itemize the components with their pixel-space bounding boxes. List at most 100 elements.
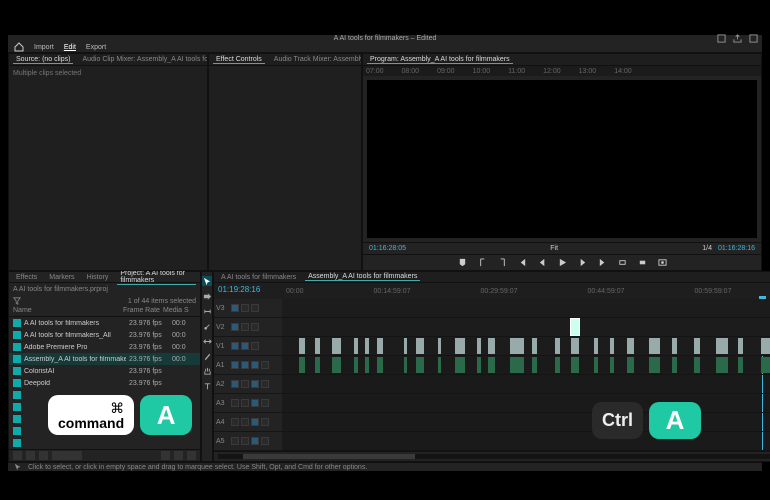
track-header-a1[interactable]: A1 [214, 356, 282, 375]
workspace-edit[interactable]: Edit [64, 44, 76, 51]
tab-audio-clip-mixer[interactable]: Audio Clip Mixer: Assembly_A AI tools fo… [79, 56, 207, 63]
lift-icon[interactable] [617, 258, 627, 268]
tab-audio-track-mixer[interactable]: Audio Track Mixer: Assembly_A AI to... [271, 56, 361, 63]
type-tool-icon[interactable] [202, 381, 212, 391]
share-icon[interactable] [732, 34, 742, 44]
clip[interactable] [694, 357, 700, 373]
timeline-ruler[interactable]: 00:00 00:14:59:07 00:29:59:07 00:44:59:0… [282, 283, 770, 299]
timeline-tab-1[interactable]: Assembly_A AI tools for filmmakers [305, 273, 420, 281]
project-row[interactable]: Adobe Premiere Pro 23.976 fps 00:0 [9, 341, 200, 353]
clip[interactable] [571, 357, 579, 373]
pen-tool-icon[interactable] [202, 351, 212, 361]
project-row[interactable] [9, 437, 200, 449]
track-toggle[interactable] [231, 342, 239, 350]
selection-tool-icon[interactable] [202, 276, 212, 286]
clip[interactable] [332, 338, 341, 354]
lane-a1[interactable] [282, 356, 770, 375]
project-row[interactable]: ColoristAI 23.976 fps [9, 365, 200, 377]
clip[interactable] [438, 357, 441, 373]
clip[interactable] [416, 338, 424, 354]
track-toggle[interactable] [261, 399, 269, 407]
track-toggle[interactable] [231, 418, 239, 426]
track-header-a5[interactable]: A5 [214, 432, 282, 451]
track-toggle[interactable] [251, 399, 259, 407]
project-row[interactable]: Deepold 23.976 fps [9, 377, 200, 389]
tab-program[interactable]: Program: Assembly_A AI tools for filmmak… [367, 56, 513, 64]
scrollbar-thumb[interactable] [243, 454, 416, 459]
program-fit[interactable]: Fit [550, 245, 558, 252]
clip[interactable] [488, 338, 495, 354]
lane-v1[interactable] [282, 337, 770, 356]
new-bin-icon[interactable] [161, 451, 170, 460]
track-header-a4[interactable]: A4 [214, 413, 282, 432]
play-icon[interactable] [557, 258, 567, 268]
tab-effects[interactable]: Effects [13, 274, 40, 281]
clip[interactable] [315, 338, 319, 354]
clip[interactable] [354, 357, 357, 373]
clip[interactable] [627, 338, 634, 354]
step-back-icon[interactable] [537, 258, 547, 268]
clip[interactable] [594, 338, 598, 354]
clip[interactable] [365, 357, 369, 373]
clip[interactable] [455, 357, 465, 373]
zoom-slider[interactable] [52, 451, 82, 460]
track-toggle[interactable] [261, 437, 269, 445]
clip[interactable] [488, 357, 495, 373]
clip[interactable] [404, 338, 407, 354]
track-header-v2[interactable]: V2 [214, 318, 282, 337]
extract-icon[interactable] [637, 258, 647, 268]
track-toggle[interactable] [231, 323, 239, 331]
clip[interactable] [416, 357, 424, 373]
track-toggle[interactable] [241, 304, 249, 312]
col-framerate[interactable]: Frame Rate [123, 307, 163, 316]
program-ruler[interactable]: 07:00 08:00 09:00 10:00 11:00 12:00 13:0… [363, 66, 761, 76]
track-toggle[interactable] [241, 361, 249, 369]
clip[interactable] [571, 338, 579, 354]
clip[interactable] [610, 338, 613, 354]
track-toggle[interactable] [251, 418, 259, 426]
track-toggle[interactable] [241, 418, 249, 426]
clip[interactable] [738, 338, 742, 354]
filter-icon[interactable] [13, 297, 21, 305]
add-marker-icon[interactable] [457, 258, 467, 268]
step-fwd-icon[interactable] [577, 258, 587, 268]
program-viewer[interactable] [367, 80, 757, 238]
ripple-tool-icon[interactable] [202, 306, 212, 316]
clip-selected[interactable] [571, 319, 579, 335]
program-scale[interactable]: 1/4 [702, 245, 712, 252]
track-toggle[interactable] [241, 437, 249, 445]
project-row[interactable]: A AI tools for filmmakers 23.976 fps 00:… [9, 317, 200, 329]
workspace-export[interactable]: Export [86, 44, 106, 51]
track-toggle[interactable] [251, 323, 259, 331]
clip[interactable] [594, 357, 598, 373]
home-icon[interactable] [14, 42, 24, 52]
freeform-view-icon[interactable] [39, 451, 48, 460]
hand-tool-icon[interactable] [202, 366, 212, 376]
icon-view-icon[interactable] [26, 451, 35, 460]
timeline-tab-0[interactable]: A AI tools for filmmakers [218, 274, 299, 281]
clip[interactable] [477, 357, 481, 373]
clip[interactable] [438, 338, 441, 354]
track-header-v1[interactable]: V1 [214, 337, 282, 356]
workspace-import[interactable]: Import [34, 44, 54, 51]
track-header-a3[interactable]: A3 [214, 394, 282, 413]
track-header-v3[interactable]: V3 [214, 299, 282, 318]
clip[interactable] [716, 357, 728, 373]
tab-effect-controls[interactable]: Effect Controls [213, 56, 265, 64]
project-row[interactable]: Assembly_A AI tools for filmmakers 23.97… [9, 353, 200, 365]
fullscreen-icon[interactable] [748, 34, 758, 44]
clip[interactable] [377, 338, 383, 354]
tab-markers[interactable]: Markers [46, 274, 77, 281]
clip[interactable] [510, 357, 524, 373]
track-toggle[interactable] [261, 361, 269, 369]
clip[interactable] [377, 357, 383, 373]
clip[interactable] [627, 357, 634, 373]
slip-tool-icon[interactable] [202, 336, 212, 346]
clip[interactable] [761, 357, 770, 373]
track-toggle[interactable] [231, 380, 239, 388]
lane-a2[interactable] [282, 375, 770, 394]
track-select-tool-icon[interactable] [202, 291, 212, 301]
clip[interactable] [477, 338, 481, 354]
razor-tool-icon[interactable] [202, 321, 212, 331]
clip[interactable] [404, 357, 407, 373]
